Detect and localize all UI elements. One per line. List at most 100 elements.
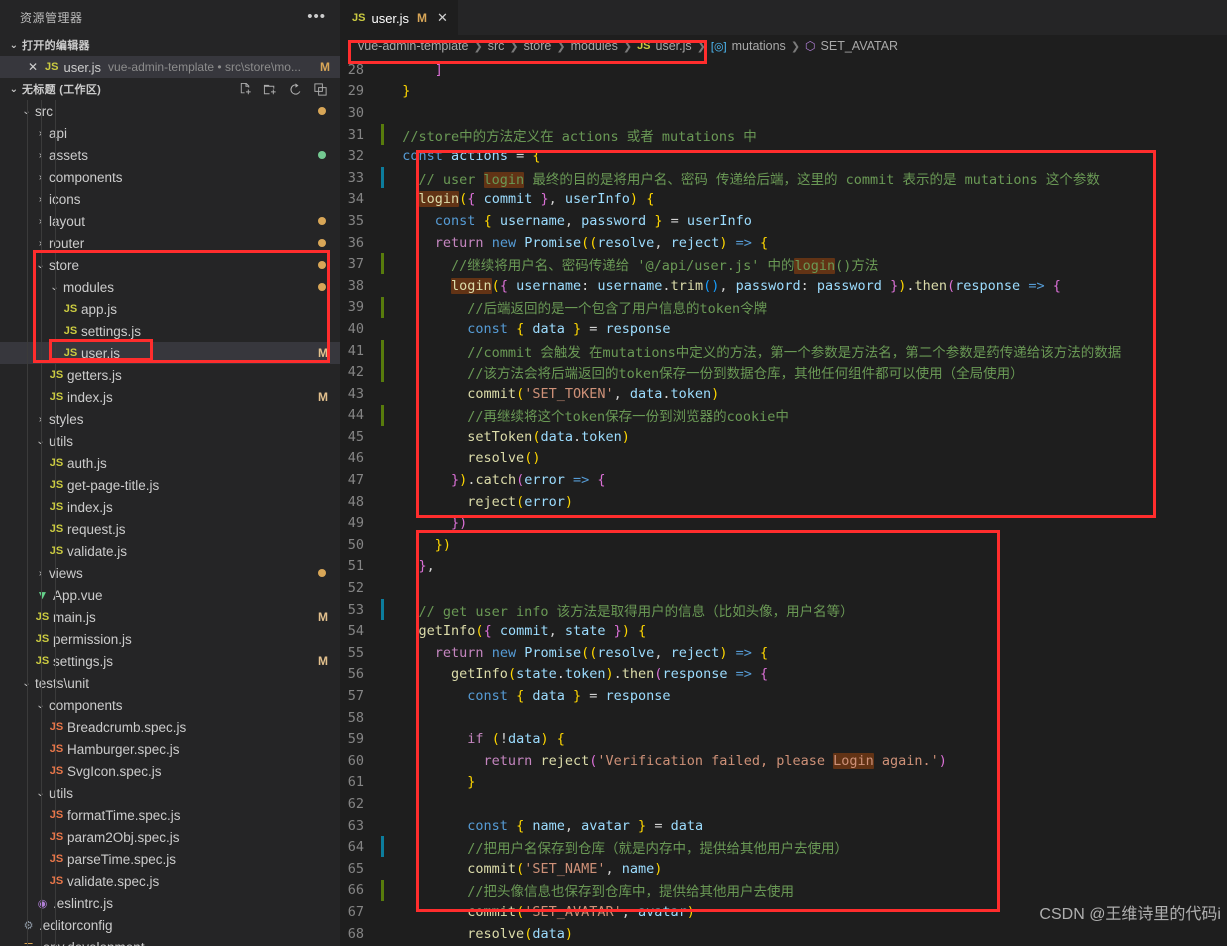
tree-item-index-js[interactable]: JS index.js xyxy=(0,496,340,518)
code-line[interactable]: 45 setToken(data.token) xyxy=(340,426,1227,448)
tree-item--editorconfig[interactable]: ⚙ .editorconfig xyxy=(0,914,340,936)
file-tree[interactable]: ⌄src›api›assets›components›icons›layout›… xyxy=(0,100,340,946)
code-line[interactable]: 40 const { data } = response xyxy=(340,318,1227,340)
code-line[interactable]: 35 const { username, password } = userIn… xyxy=(340,210,1227,232)
breadcrumb-item[interactable]: src xyxy=(488,39,505,53)
code-line[interactable]: 60 return reject('Verification failed, p… xyxy=(340,750,1227,772)
code-editor-content[interactable]: 28 ] 29 } 30 31 //store中的方法定义在 actions 或者 m… xyxy=(340,57,1227,946)
tree-item-main-js[interactable]: JS main.js M xyxy=(0,606,340,628)
code-line[interactable]: 30 xyxy=(340,102,1227,124)
code-line[interactable]: 34 login({ commit }, userInfo) { xyxy=(340,189,1227,211)
code-line[interactable]: 54 getInfo({ commit, state }) { xyxy=(340,620,1227,642)
code-line[interactable]: 49 }) xyxy=(340,512,1227,534)
tab-user-js[interactable]: JS user.js M ✕ xyxy=(340,0,458,35)
code-line[interactable]: 65 commit('SET_NAME', name) xyxy=(340,858,1227,880)
code-line[interactable]: 46 resolve() xyxy=(340,448,1227,470)
code-line[interactable]: 56 getInfo(state.token).then(response =>… xyxy=(340,664,1227,686)
code-line[interactable]: 53 // get user info 该方法是取得用户的信息（比如头像，用户名… xyxy=(340,598,1227,621)
tree-item-validate-js[interactable]: JS validate.js xyxy=(0,540,340,562)
tree-item-api[interactable]: ›api xyxy=(0,122,340,144)
tree-item-tests-unit[interactable]: ⌄tests\unit xyxy=(0,672,340,694)
tree-item-permission-js[interactable]: JS permission.js xyxy=(0,628,340,650)
tree-item-formattime-spec-js[interactable]: JS formatTime.spec.js xyxy=(0,804,340,826)
breadcrumb-item[interactable]: mutations xyxy=(732,39,786,53)
code-line[interactable]: 38 login({ username: username.trim(), pa… xyxy=(340,275,1227,297)
tree-item-modules[interactable]: ⌄modules xyxy=(0,276,340,298)
tree-item-router[interactable]: ›router xyxy=(0,232,340,254)
code-line[interactable]: 33 // user login 最终的目的是将用户名、密码 传递给后端，这里的… xyxy=(340,166,1227,189)
tree-item-param2obj-spec-js[interactable]: JS param2Obj.spec.js xyxy=(0,826,340,848)
code-line[interactable]: 29 } xyxy=(340,81,1227,103)
code-line[interactable]: 57 const { data } = response xyxy=(340,685,1227,707)
tree-item-settings-js[interactable]: JS settings.js xyxy=(0,320,340,342)
breadcrumb-item[interactable]: SET_AVATAR xyxy=(821,39,899,53)
tree-item-parsetime-spec-js[interactable]: JS parseTime.spec.js xyxy=(0,848,340,870)
tree-item--env-development[interactable]: ☰.env.development xyxy=(0,936,340,946)
tree-item-utils[interactable]: ⌄utils xyxy=(0,430,340,452)
tree-item-settings-js[interactable]: JS settings.js M xyxy=(0,650,340,672)
code-line[interactable]: 36 return new Promise((resolve, reject) … xyxy=(340,232,1227,254)
ellipsis-icon[interactable]: ••• xyxy=(307,9,326,24)
new-file-icon[interactable] xyxy=(238,82,253,97)
tree-item-user-js[interactable]: JS user.js M xyxy=(0,342,340,364)
tree-item-app-js[interactable]: JS app.js xyxy=(0,298,340,320)
tree-item-assets[interactable]: ›assets xyxy=(0,144,340,166)
code-line[interactable]: 47 }).catch(error => { xyxy=(340,469,1227,491)
refresh-icon[interactable] xyxy=(288,82,303,97)
breadcrumb-item[interactable]: user.js xyxy=(656,39,692,53)
tree-item-icons[interactable]: ›icons xyxy=(0,188,340,210)
code-line[interactable]: 66 //把头像信息也保存到仓库中，提供给其他用户去使用 xyxy=(340,879,1227,902)
code-line[interactable]: 68 resolve(data) xyxy=(340,923,1227,945)
code-line[interactable]: 39 //后端返回的是一个包含了用户信息的token令牌 xyxy=(340,296,1227,319)
code-line[interactable]: 37 //继续将用户名、密码传递给 '@/api/user.js' 中的logi… xyxy=(340,253,1227,275)
code-line[interactable]: 64 //把用户名保存到仓库（就是内存中，提供给其他用户去使用） xyxy=(340,836,1227,858)
code-line[interactable]: 52 xyxy=(340,577,1227,599)
tree-item-request-js[interactable]: JS request.js xyxy=(0,518,340,540)
breadcrumb[interactable]: vue-admin-template ❯ src ❯ store ❯ modules ❯ JS u… xyxy=(340,35,1227,57)
tree-item-layout[interactable]: ›layout xyxy=(0,210,340,232)
breadcrumb-item[interactable]: store xyxy=(524,39,552,53)
tree-item-src[interactable]: ⌄src xyxy=(0,100,340,122)
code-line[interactable]: 44 //再继续将这个token保存一份到浏览器的cookie中 xyxy=(340,404,1227,427)
tree-item-breadcrumb-spec-js[interactable]: JS Breadcrumb.spec.js xyxy=(0,716,340,738)
code-line[interactable]: 41 //commit 会触发 在mutations中定义的方法，第一个参数是方… xyxy=(340,339,1227,362)
code-line[interactable]: 48 reject(error) xyxy=(340,491,1227,513)
tree-item-validate-spec-js[interactable]: JS validate.spec.js xyxy=(0,870,340,892)
workspace-section-header[interactable]: ⌄ 无标题 (工作区) xyxy=(0,78,340,100)
tree-item-getters-js[interactable]: JS getters.js xyxy=(0,364,340,386)
code-line[interactable]: 58 xyxy=(340,707,1227,729)
tree-item-index-js[interactable]: JS index.js M xyxy=(0,386,340,408)
tree-item-views[interactable]: ›views xyxy=(0,562,340,584)
tree-item-app-vue[interactable]: ▼ App.vue xyxy=(0,584,340,606)
code-line[interactable]: 63 const { name, avatar } = data xyxy=(340,815,1227,837)
code-line[interactable]: 42 //该方法会将后端返回的token保存一份到数据仓库，其他任何组件都可以使… xyxy=(340,361,1227,383)
code-line[interactable]: 32 const actions = { xyxy=(340,145,1227,167)
breadcrumb-item[interactable]: vue-admin-template xyxy=(358,39,468,53)
code-line[interactable]: 31 //store中的方法定义在 actions 或者 mutations 中 xyxy=(340,123,1227,146)
tree-item-utils[interactable]: ⌄utils xyxy=(0,782,340,804)
tree-item--eslintrc-js[interactable]: ◉ .eslintrc.js xyxy=(0,892,340,914)
tree-item-svgicon-spec-js[interactable]: JS SvgIcon.spec.js xyxy=(0,760,340,782)
code-line[interactable]: 62 xyxy=(340,793,1227,815)
tree-item-components[interactable]: ⌄components xyxy=(0,694,340,716)
tree-item-components[interactable]: ›components xyxy=(0,166,340,188)
tree-item-get-page-title-js[interactable]: JS get-page-title.js xyxy=(0,474,340,496)
close-icon[interactable]: ✕ xyxy=(437,10,448,26)
tree-item-auth-js[interactable]: JS auth.js xyxy=(0,452,340,474)
breadcrumb-item[interactable]: modules xyxy=(571,39,618,53)
code-line[interactable]: 59 if (!data) { xyxy=(340,728,1227,750)
tree-item-hamburger-spec-js[interactable]: JS Hamburger.spec.js xyxy=(0,738,340,760)
close-icon[interactable]: ✕ xyxy=(26,60,40,74)
tree-item-store[interactable]: ⌄store xyxy=(0,254,340,276)
new-folder-icon[interactable] xyxy=(263,82,278,97)
open-editor-item-userjs[interactable]: ✕ JS user.js vue-admin-template • src\st… xyxy=(0,56,340,78)
code-line[interactable]: 51 }, xyxy=(340,556,1227,578)
code-line[interactable]: 55 return new Promise((resolve, reject) … xyxy=(340,642,1227,664)
code-line[interactable]: 28 ] xyxy=(340,59,1227,81)
code-line[interactable]: 50 }) xyxy=(340,534,1227,556)
collapse-all-icon[interactable] xyxy=(313,82,328,97)
code-line[interactable]: 43 commit('SET_TOKEN', data.token) xyxy=(340,383,1227,405)
tree-item-styles[interactable]: ›styles xyxy=(0,408,340,430)
open-editors-section-header[interactable]: ⌄ 打开的编辑器 xyxy=(0,34,340,56)
code-line[interactable]: 61 } xyxy=(340,772,1227,794)
